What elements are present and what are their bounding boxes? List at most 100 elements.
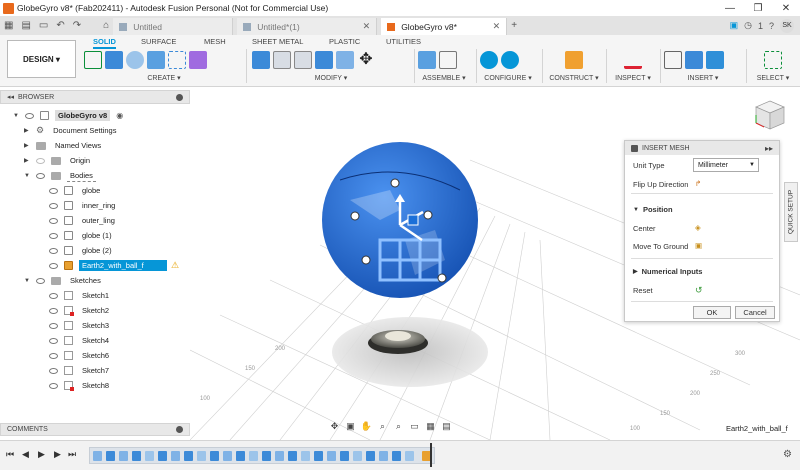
- timeline-marker[interactable]: [430, 443, 432, 467]
- view-cube[interactable]: [752, 97, 788, 133]
- timeline-feature[interactable]: [171, 451, 180, 461]
- fit-icon[interactable]: ⌕: [393, 421, 404, 431]
- home-icon[interactable]: ⌂: [103, 20, 109, 31]
- tab-surface[interactable]: SURFACE: [141, 37, 176, 46]
- grid-settings-icon[interactable]: ▦: [425, 421, 436, 431]
- avatar[interactable]: SK: [780, 18, 794, 33]
- file-icon[interactable]: ▤: [21, 20, 30, 31]
- grid-menu-icon[interactable]: ▦: [4, 20, 13, 31]
- tree-item-globe-2[interactable]: globe (2): [49, 244, 115, 257]
- play-icon[interactable]: ▶: [38, 449, 45, 460]
- timeline-feature[interactable]: [158, 451, 167, 461]
- configure-icon[interactable]: [480, 51, 498, 69]
- flip-up-direction-icon[interactable]: ↱: [695, 179, 701, 188]
- zoom-icon[interactable]: ⌕: [377, 421, 388, 431]
- expand-arrow-icon[interactable]: ▼: [24, 173, 30, 179]
- form-icon[interactable]: [189, 51, 207, 69]
- assemble-menu[interactable]: ASSEMBLE ▾: [418, 74, 470, 82]
- maximize-button[interactable]: ❐: [744, 3, 772, 14]
- unit-type-select[interactable]: Millimeter ▼: [693, 158, 759, 172]
- timeline-feature[interactable]: [132, 451, 141, 461]
- expand-arrow-icon[interactable]: ▶: [24, 127, 30, 134]
- display-settings-icon[interactable]: ▭: [409, 421, 420, 431]
- tab-untitled[interactable]: Untitled: [113, 18, 234, 35]
- tab-sheet-metal[interactable]: SHEET METAL: [252, 37, 303, 46]
- ok-button[interactable]: OK: [693, 306, 731, 319]
- visibility-eye-icon[interactable]: [49, 217, 58, 224]
- visibility-eye-icon[interactable]: [36, 172, 45, 179]
- timeline-settings-icon[interactable]: ⚙: [783, 449, 792, 460]
- tree-item-earth2-mesh[interactable]: Earth2_with_ball_f ⚠: [49, 259, 179, 272]
- visibility-eye-icon[interactable]: [36, 157, 45, 164]
- tree-item-sketch3[interactable]: Sketch3: [49, 319, 112, 332]
- visibility-eye-icon[interactable]: [49, 307, 58, 314]
- minimize-button[interactable]: —: [716, 3, 744, 14]
- configure-menu[interactable]: CONFIGURE ▾: [480, 74, 536, 82]
- tab-mesh[interactable]: MESH: [204, 37, 226, 46]
- tree-item-sketch7[interactable]: Sketch7: [49, 364, 112, 377]
- viewports-icon[interactable]: ▤: [441, 421, 452, 431]
- canvas-icon[interactable]: [706, 51, 724, 69]
- create-menu[interactable]: CREATE ▾: [84, 74, 244, 82]
- timeline-feature[interactable]: [275, 451, 284, 461]
- center-button-icon[interactable]: ◈: [695, 223, 701, 232]
- visibility-eye-icon[interactable]: [49, 322, 58, 329]
- timeline-feature[interactable]: [197, 451, 206, 461]
- timeline-feature[interactable]: [106, 451, 115, 461]
- timeline-feature[interactable]: [314, 451, 323, 461]
- workspace-dropdown[interactable]: DESIGN ▾: [7, 40, 76, 78]
- new-tab-icon[interactable]: +: [511, 20, 517, 31]
- tree-item-sketch6[interactable]: Sketch6: [49, 349, 112, 362]
- tree-item-inner-ring[interactable]: inner_ring: [49, 199, 118, 212]
- insert-derive-icon[interactable]: [664, 51, 682, 69]
- expand-arrow-icon[interactable]: ▼: [13, 113, 19, 119]
- modify-menu[interactable]: MODIFY ▾: [252, 74, 410, 82]
- visibility-eye-icon[interactable]: [49, 352, 58, 359]
- shell-icon[interactable]: [315, 51, 333, 69]
- visibility-eye-icon[interactable]: [49, 232, 58, 239]
- save-icon[interactable]: ▭: [39, 20, 48, 31]
- panel-header[interactable]: INSERT MESH ▸▸: [625, 141, 779, 155]
- timeline-feature[interactable]: [223, 451, 232, 461]
- construct-menu[interactable]: CONSTRUCT ▾: [546, 74, 602, 82]
- offset-plane-icon[interactable]: [565, 51, 583, 69]
- timeline-feature[interactable]: [262, 451, 271, 461]
- close-button[interactable]: ✕: [772, 3, 800, 14]
- new-sketch-icon[interactable]: [84, 51, 102, 69]
- tab-solid[interactable]: SOLID: [93, 37, 116, 49]
- help-icon[interactable]: ?: [769, 21, 774, 31]
- timeline-feature[interactable]: [327, 451, 336, 461]
- extrude-icon[interactable]: [105, 51, 123, 69]
- tree-item-sketch4[interactable]: Sketch4: [49, 334, 112, 347]
- tree-item-sketch1[interactable]: Sketch1: [49, 289, 112, 302]
- tab-plastic[interactable]: PLASTIC: [329, 37, 360, 46]
- expand-panel-icon[interactable]: ▸▸: [765, 144, 773, 153]
- press-pull-icon[interactable]: [252, 51, 270, 69]
- timeline-feature[interactable]: [340, 451, 349, 461]
- active-radio-icon[interactable]: ◉: [116, 111, 123, 120]
- move-to-ground-icon[interactable]: ▣: [695, 241, 702, 250]
- move-icon[interactable]: ✥: [357, 51, 375, 69]
- tree-item-named-views[interactable]: ▶ Named Views: [24, 139, 104, 152]
- timeline-feature[interactable]: [405, 451, 414, 461]
- previous-step-icon[interactable]: ◀: [22, 449, 29, 460]
- tab-untitled-1[interactable]: Untitled*(1) ✕: [237, 18, 378, 35]
- visibility-eye-icon[interactable]: [36, 277, 45, 284]
- tree-item-outer-ling[interactable]: outer_ling: [49, 214, 118, 227]
- visibility-eye-icon[interactable]: [49, 262, 58, 269]
- expand-arrow-icon[interactable]: ▶: [24, 142, 30, 149]
- tree-item-sketch8[interactable]: Sketch8: [49, 379, 112, 392]
- timeline-feature[interactable]: [184, 451, 193, 461]
- cancel-button[interactable]: Cancel: [735, 306, 775, 319]
- visibility-eye-icon[interactable]: [49, 337, 58, 344]
- tree-root[interactable]: ▼ GlobeGyro v8 ◉: [13, 109, 123, 122]
- next-step-icon[interactable]: ▶: [54, 449, 61, 460]
- clock-icon[interactable]: ◷: [744, 20, 752, 31]
- reset-icon[interactable]: ↺: [695, 285, 703, 296]
- timeline-feature[interactable]: [210, 451, 219, 461]
- combine-icon[interactable]: [336, 51, 354, 69]
- tree-item-sketch2[interactable]: Sketch2: [49, 304, 112, 317]
- pan-icon[interactable]: ✋: [361, 421, 372, 431]
- timeline-feature[interactable]: [93, 451, 102, 461]
- visibility-eye-icon[interactable]: [49, 187, 58, 194]
